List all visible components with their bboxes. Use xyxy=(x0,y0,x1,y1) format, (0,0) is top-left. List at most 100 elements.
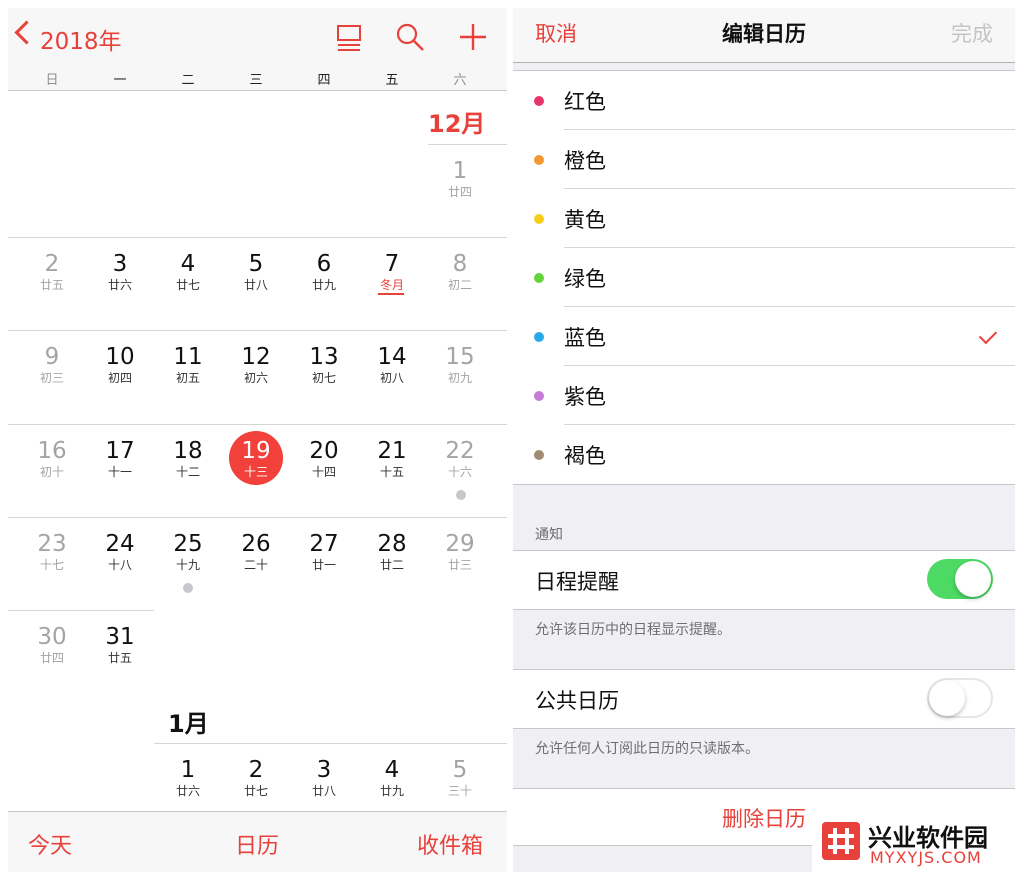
row-separator xyxy=(154,743,507,744)
weekday-mon: 一 xyxy=(113,73,127,88)
weekday-sat: 六 xyxy=(453,73,467,88)
day-number: 22 xyxy=(445,438,475,464)
day-cell-today[interactable]: 19 十三 xyxy=(222,438,290,480)
lunar-month-underline xyxy=(378,293,404,295)
lunar-date: 廿五 xyxy=(39,278,64,292)
lunar-date: 初四 xyxy=(107,371,132,385)
color-label: 紫色 xyxy=(564,385,606,409)
today-button[interactable]: 今天 xyxy=(28,828,72,860)
lunar-date: 初八 xyxy=(379,371,404,385)
day-cell[interactable]: 2 廿五 xyxy=(18,251,86,293)
day-cell[interactable]: 1 廿四 xyxy=(426,158,494,200)
watermark-url: MYXYJS.COM xyxy=(870,848,982,867)
done-button[interactable]: 完成 xyxy=(951,18,993,48)
event-alerts-label: 日程提醒 xyxy=(535,570,619,594)
day-cell[interactable]: 24 十八 xyxy=(86,531,154,573)
day-cell[interactable]: 16 初十 xyxy=(18,438,86,480)
day-number: 1 xyxy=(180,757,196,783)
day-cell[interactable]: 25 十九 xyxy=(154,531,222,573)
lunar-date: 十八 xyxy=(107,558,132,572)
calendar-nav-bar: 2018年 xyxy=(8,8,507,66)
color-option-brown[interactable]: 褐色 xyxy=(513,425,1015,484)
edit-nav-bar: 取消 编辑日历 完成 xyxy=(513,8,1015,63)
day-cell[interactable]: 10 初四 xyxy=(86,344,154,386)
page-title: 编辑日历 xyxy=(722,22,806,46)
day-cell[interactable]: 5 三十 xyxy=(426,757,494,799)
row-separator xyxy=(8,330,507,331)
color-label: 红色 xyxy=(564,90,606,114)
lunar-date: 廿一 xyxy=(311,558,336,572)
day-number: 3 xyxy=(316,757,332,783)
toggle-knob xyxy=(955,561,991,597)
day-cell[interactable]: 30 廿四 xyxy=(18,624,86,666)
day-cell[interactable]: 15 初九 xyxy=(426,344,494,386)
event-indicator xyxy=(456,490,466,500)
lunar-date: 廿二 xyxy=(379,558,404,572)
weekday-tue: 二 xyxy=(181,73,195,88)
calendar-tab-bar: 今天 日历 收件箱 xyxy=(8,811,507,872)
day-number: 14 xyxy=(377,344,407,370)
day-number: 12 xyxy=(241,344,271,370)
public-calendar-toggle[interactable] xyxy=(927,678,993,718)
red-dot-icon xyxy=(534,96,544,106)
day-cell[interactable]: 31 廿五 xyxy=(86,624,154,666)
color-option-orange[interactable]: 橙色 xyxy=(513,130,1015,189)
lunar-date: 廿四 xyxy=(39,651,64,665)
lunar-date: 十二 xyxy=(175,465,200,479)
day-cell[interactable]: 2 廿七 xyxy=(222,757,290,799)
calendars-button[interactable]: 日历 xyxy=(235,828,279,860)
day-cell[interactable]: 17 十一 xyxy=(86,438,154,480)
color-option-yellow[interactable]: 黄色 xyxy=(513,189,1015,248)
day-cell[interactable]: 28 廿二 xyxy=(358,531,426,573)
day-cell[interactable]: 3 廿八 xyxy=(290,757,358,799)
day-cell[interactable]: 7 冬月 xyxy=(358,251,426,293)
day-cell[interactable]: 11 初五 xyxy=(154,344,222,386)
back-button[interactable]: 2018年 xyxy=(8,8,138,66)
lunar-date: 十九 xyxy=(175,558,200,572)
color-option-blue[interactable]: 蓝色 xyxy=(513,307,1015,366)
day-cell[interactable]: 20 十四 xyxy=(290,438,358,480)
day-cell[interactable]: 26 二十 xyxy=(222,531,290,573)
row-separator xyxy=(8,237,507,238)
list-view-icon[interactable] xyxy=(332,20,366,54)
blue-dot-icon xyxy=(534,332,544,342)
search-icon[interactable] xyxy=(393,20,427,54)
day-cell[interactable]: 13 初七 xyxy=(290,344,358,386)
event-alerts-toggle[interactable] xyxy=(927,559,993,599)
color-option-purple[interactable]: 紫色 xyxy=(513,366,1015,425)
day-cell[interactable]: 12 初六 xyxy=(222,344,290,386)
lunar-date: 廿五 xyxy=(107,651,132,665)
color-option-red[interactable]: 红色 xyxy=(513,71,1015,130)
day-cell[interactable]: 6 廿九 xyxy=(290,251,358,293)
day-number: 18 xyxy=(173,438,203,464)
day-cell[interactable]: 4 廿九 xyxy=(358,757,426,799)
day-cell[interactable]: 9 初三 xyxy=(18,344,86,386)
public-calendar-footer: 允许任何人订阅此日历的只读版本。 xyxy=(535,741,759,757)
day-cell[interactable]: 22 十六 xyxy=(426,438,494,480)
day-cell[interactable]: 29 廿三 xyxy=(426,531,494,573)
day-number: 2 xyxy=(248,757,264,783)
day-cell[interactable]: 4 廿七 xyxy=(154,251,222,293)
color-label: 蓝色 xyxy=(564,326,606,350)
day-cell[interactable]: 8 初二 xyxy=(426,251,494,293)
inbox-button[interactable]: 收件箱 xyxy=(417,828,483,860)
color-label: 绿色 xyxy=(564,267,606,291)
lunar-date: 初九 xyxy=(447,371,472,385)
add-icon[interactable] xyxy=(456,20,490,54)
brown-dot-icon xyxy=(534,450,544,460)
day-number: 24 xyxy=(105,531,135,557)
notify-section-header: 通知 xyxy=(535,527,563,543)
day-cell[interactable]: 27 廿一 xyxy=(290,531,358,573)
day-cell[interactable]: 21 十五 xyxy=(358,438,426,480)
day-cell[interactable]: 23 十七 xyxy=(18,531,86,573)
day-number: 17 xyxy=(105,438,135,464)
day-cell[interactable]: 3 廿六 xyxy=(86,251,154,293)
day-number: 6 xyxy=(316,251,332,277)
day-cell[interactable]: 5 廿八 xyxy=(222,251,290,293)
day-cell[interactable]: 1 廿六 xyxy=(154,757,222,799)
weekday-sun: 日 xyxy=(45,73,59,88)
color-option-green[interactable]: 绿色 xyxy=(513,248,1015,307)
day-cell[interactable]: 14 初八 xyxy=(358,344,426,386)
day-cell[interactable]: 18 十二 xyxy=(154,438,222,480)
color-label: 黄色 xyxy=(564,208,606,232)
